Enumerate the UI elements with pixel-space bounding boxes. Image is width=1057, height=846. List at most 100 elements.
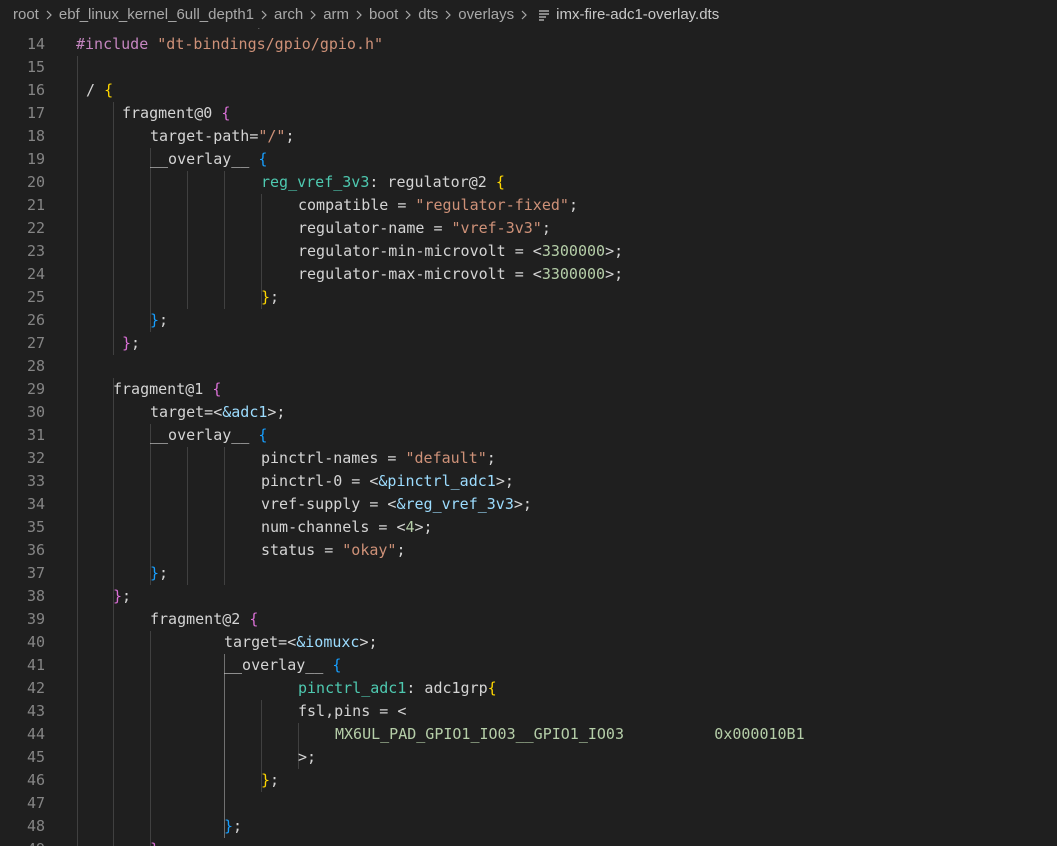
code-line[interactable]: 24 regulator-max-microvolt = <3300000>; bbox=[0, 263, 1057, 286]
code-line[interactable]: 29 fragment@1 { bbox=[0, 378, 1057, 401]
code-text[interactable]: MX6UL_PAD_GPIO1_IO03__GPIO1_IO03 0x00001… bbox=[335, 723, 805, 746]
code-line[interactable]: 22 regulator-name = "vref-3v3"; bbox=[0, 217, 1057, 240]
code-token: &pinctrl_adc1 bbox=[378, 472, 496, 490]
code-line[interactable]: 32 pinctrl-names = "default"; bbox=[0, 447, 1057, 470]
breadcrumb-item-repo[interactable]: ebf_linux_kernel_6ull_depth1 bbox=[59, 6, 254, 23]
code-line[interactable]: 39 fragment@2 { bbox=[0, 608, 1057, 631]
code-line[interactable]: 35 num-channels = <4>; bbox=[0, 516, 1057, 539]
line-number: 28 bbox=[26, 357, 45, 375]
code-line[interactable]: 28 bbox=[0, 355, 1057, 378]
code-token: } bbox=[261, 771, 271, 789]
code-line[interactable]: 43 fsl,pins = < bbox=[0, 700, 1057, 723]
code-line[interactable]: 14 #include "dt-bindings/gpio/gpio.h" bbox=[0, 33, 1057, 56]
code-token: { bbox=[221, 104, 231, 122]
code-token: "dt-bindings/gpio/gpio.h" bbox=[157, 35, 384, 53]
code-token: regulator-name = bbox=[298, 219, 452, 237]
code-line[interactable]: 36 status = "okay"; bbox=[0, 539, 1057, 562]
code-text[interactable]: num-channels = <4>; bbox=[261, 516, 433, 539]
code-text[interactable]: target-path="/"; bbox=[150, 125, 295, 148]
code-token: "/" bbox=[258, 127, 286, 145]
code-line[interactable]: 44 MX6UL_PAD_GPIO1_IO03__GPIO1_IO03 0x000… bbox=[0, 723, 1057, 746]
code-text[interactable]: compatible = "regulator-fixed"; bbox=[298, 194, 578, 217]
code-token: ; bbox=[568, 196, 578, 214]
code-line[interactable]: 18 target-path="/"; bbox=[0, 125, 1057, 148]
code-token: 3300000 bbox=[541, 242, 606, 260]
code-text[interactable]: }; bbox=[113, 585, 131, 608]
code-line[interactable]: 45 >; bbox=[0, 746, 1057, 769]
code-text[interactable]: __overlay__ { bbox=[224, 654, 341, 677]
line-number: 29 bbox=[26, 380, 45, 398]
code-text[interactable]: target=<&adc1>; bbox=[150, 401, 285, 424]
code-line[interactable]: 15 bbox=[0, 56, 1057, 79]
code-text[interactable]: fragment@0 { bbox=[122, 102, 230, 125]
code-line[interactable]: 33 pinctrl-0 = <&pinctrl_adc1>; bbox=[0, 470, 1057, 493]
code-text[interactable]: fragment@2 { bbox=[150, 608, 258, 631]
code-text[interactable]: status = "okay"; bbox=[261, 539, 406, 562]
code-line[interactable]: 16 / { bbox=[0, 79, 1057, 102]
code-line[interactable]: 19 __overlay__ { bbox=[0, 148, 1057, 171]
breadcrumb-item-boot[interactable]: boot bbox=[369, 6, 398, 23]
code-text[interactable]: }; bbox=[261, 286, 279, 309]
code-editor[interactable]: 13#include "../imx6ul-pinfunc.h"14#inclu… bbox=[0, 0, 1057, 846]
code-text[interactable]: pinctrl-0 = <&pinctrl_adc1>; bbox=[261, 470, 514, 493]
breadcrumb-item-overlays[interactable]: overlays bbox=[458, 6, 514, 23]
code-line[interactable]: 40 target=<&iomuxc>; bbox=[0, 631, 1057, 654]
code-text[interactable]: regulator-name = "vref-3v3"; bbox=[298, 217, 551, 240]
code-token: >; bbox=[605, 265, 624, 283]
code-line[interactable]: 21 compatible = "regulator-fixed"; bbox=[0, 194, 1057, 217]
code-line[interactable]: 20 reg_vref_3v3: regulator@2 { bbox=[0, 171, 1057, 194]
code-line[interactable]: 27}; bbox=[0, 332, 1057, 355]
code-text[interactable]: }; bbox=[150, 838, 168, 846]
code-line[interactable]: 49}; bbox=[0, 838, 1057, 846]
breadcrumb-item-dts[interactable]: dts bbox=[418, 6, 438, 23]
code-token: __overlay__ bbox=[150, 426, 259, 444]
breadcrumb-file[interactable]: imx-fire-adc1-overlay.dts bbox=[556, 6, 719, 23]
code-line[interactable]: 25}; bbox=[0, 286, 1057, 309]
code-text[interactable]: / { bbox=[86, 79, 113, 102]
chevron-right-icon bbox=[355, 9, 363, 20]
code-token: fragment@2 bbox=[150, 610, 250, 628]
breadcrumb-item-arch[interactable]: arch bbox=[274, 6, 303, 23]
code-text[interactable]: regulator-max-microvolt = <3300000>; bbox=[298, 263, 623, 286]
line-number: 30 bbox=[26, 403, 45, 421]
code-line[interactable]: 42 pinctrl_adc1: adc1grp{ bbox=[0, 677, 1057, 700]
code-line[interactable]: 26}; bbox=[0, 309, 1057, 332]
code-line[interactable]: 34 vref-supply = <&reg_vref_3v3>; bbox=[0, 493, 1057, 516]
line-number: 46 bbox=[26, 771, 45, 789]
code-text[interactable]: }; bbox=[224, 815, 242, 838]
code-line[interactable]: 48}; bbox=[0, 815, 1057, 838]
code-text[interactable]: }; bbox=[122, 332, 140, 355]
code-line[interactable]: 31 __overlay__ { bbox=[0, 424, 1057, 447]
code-text[interactable]: __overlay__ { bbox=[150, 424, 267, 447]
code-line[interactable]: 38}; bbox=[0, 585, 1057, 608]
code-text[interactable]: regulator-min-microvolt = <3300000>; bbox=[298, 240, 623, 263]
code-token: reg_vref_3v3 bbox=[261, 173, 370, 191]
breadcrumb-item-arm[interactable]: arm bbox=[323, 6, 349, 23]
code-text[interactable]: #include "dt-bindings/gpio/gpio.h" bbox=[76, 33, 383, 56]
breadcrumb-item-root[interactable]: root bbox=[13, 6, 39, 23]
code-text[interactable]: pinctrl_adc1: adc1grp{ bbox=[298, 677, 497, 700]
code-text[interactable]: }; bbox=[150, 309, 168, 332]
code-line[interactable]: 30 target=<&adc1>; bbox=[0, 401, 1057, 424]
code-text[interactable]: fsl,pins = < bbox=[298, 700, 406, 723]
code-text[interactable]: vref-supply = <&reg_vref_3v3>; bbox=[261, 493, 532, 516]
code-line[interactable]: 17 fragment@0 { bbox=[0, 102, 1057, 125]
code-text[interactable]: reg_vref_3v3: regulator@2 { bbox=[261, 171, 505, 194]
code-token: { bbox=[495, 173, 505, 191]
code-text[interactable]: fragment@1 { bbox=[113, 378, 221, 401]
code-text[interactable]: __overlay__ { bbox=[150, 148, 267, 171]
code-text[interactable]: }; bbox=[150, 562, 168, 585]
code-text[interactable]: >; bbox=[298, 746, 316, 769]
code-line[interactable]: 47 bbox=[0, 792, 1057, 815]
line-number: 20 bbox=[26, 173, 45, 191]
code-line[interactable]: 23 regulator-min-microvolt = <3300000>; bbox=[0, 240, 1057, 263]
code-line[interactable]: 37}; bbox=[0, 562, 1057, 585]
code-text[interactable]: }; bbox=[261, 769, 279, 792]
code-text[interactable]: target=<&iomuxc>; bbox=[224, 631, 378, 654]
code-line[interactable]: 46}; bbox=[0, 769, 1057, 792]
code-token: status = bbox=[261, 541, 343, 559]
code-line[interactable]: 41 __overlay__ { bbox=[0, 654, 1057, 677]
chevron-right-icon bbox=[260, 9, 268, 20]
code-token: { bbox=[249, 610, 259, 628]
code-text[interactable]: pinctrl-names = "default"; bbox=[261, 447, 496, 470]
